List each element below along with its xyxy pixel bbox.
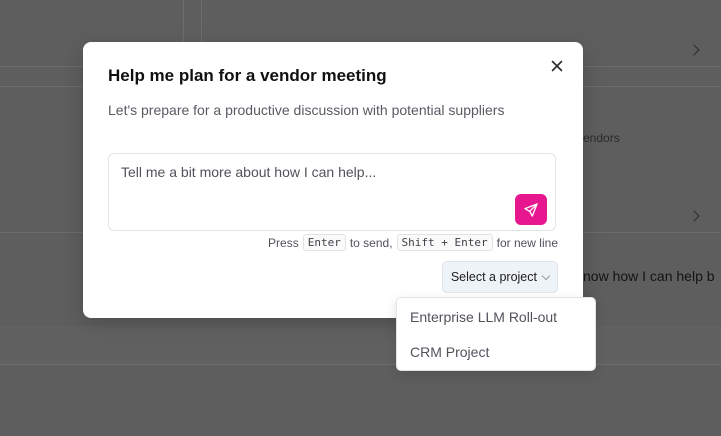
modal-subtitle: Let's prepare for a productive discussio… <box>108 102 505 118</box>
hint-new-line: for new line <box>496 235 558 250</box>
project-dropdown: Enterprise LLM Roll-out CRM Project <box>396 297 596 371</box>
chevron-right-icon <box>688 210 700 222</box>
prompt-input[interactable] <box>121 164 501 220</box>
bg-panel <box>0 326 721 364</box>
modal-title: Help me plan for a vendor meeting <box>108 66 387 85</box>
bg-divider <box>0 364 721 365</box>
plan-meeting-modal: Help me plan for a vendor meeting Let's … <box>83 42 583 318</box>
chevron-down-icon <box>541 271 551 280</box>
keyboard-hint: Press Enter to send, Shift + Enter for n… <box>268 234 558 251</box>
project-option-enterprise-llm[interactable]: Enterprise LLM Roll-out <box>397 300 595 335</box>
chevron-right-icon <box>688 44 700 56</box>
project-select[interactable]: Select a project <box>441 261 558 293</box>
project-select-label: Select a project <box>450 270 537 284</box>
enter-key: Enter <box>302 234 346 251</box>
hint-press: Press <box>268 235 299 250</box>
close-icon[interactable] <box>549 58 565 74</box>
shift-enter-key: Shift + Enter <box>396 234 493 251</box>
prompt-box <box>108 153 556 231</box>
bg-help-text: now how I can help b <box>583 268 715 284</box>
hint-to-send: to send, <box>349 235 393 250</box>
bg-vendors-text: endors <box>583 131 620 145</box>
send-button[interactable] <box>515 194 547 225</box>
project-option-crm[interactable]: CRM Project <box>397 335 595 370</box>
paper-plane-icon <box>524 202 538 217</box>
